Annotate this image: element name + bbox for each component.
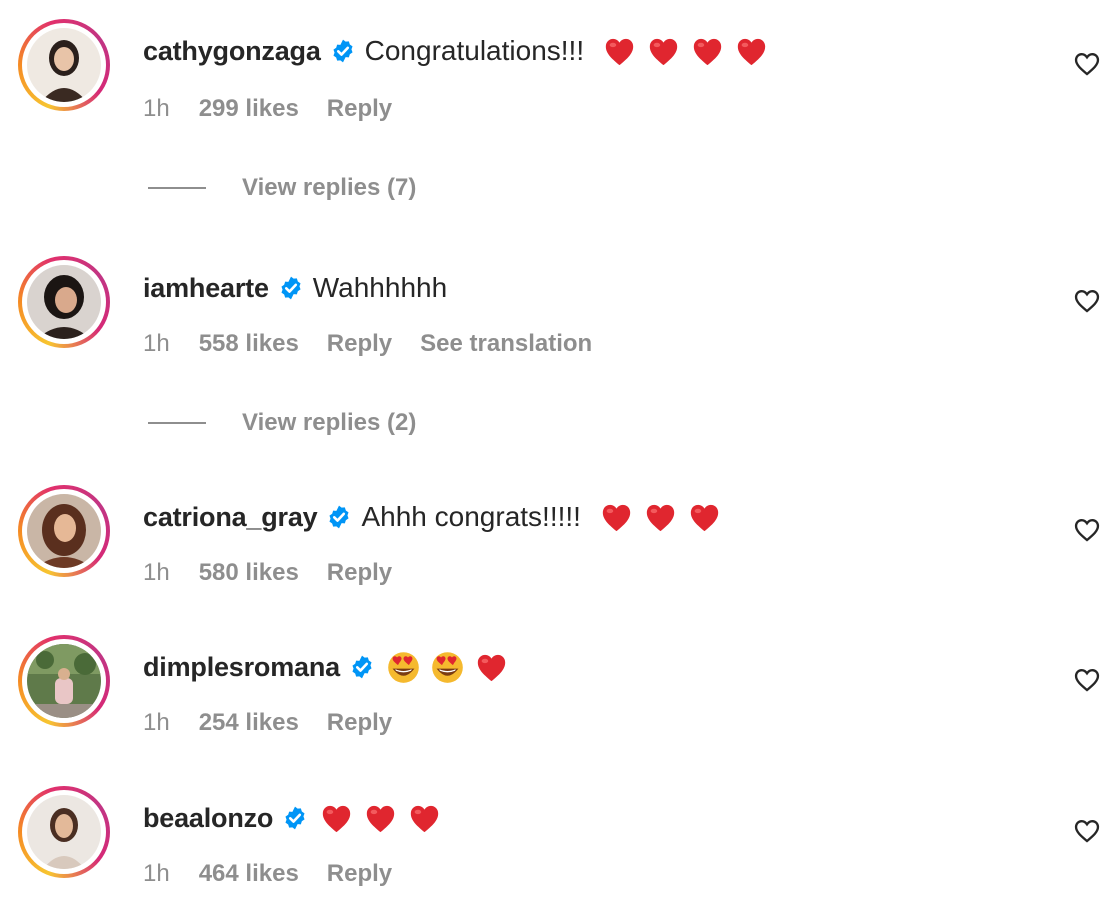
red-heart-icon (474, 650, 509, 685)
avatar[interactable] (18, 256, 110, 348)
replies-divider (148, 187, 206, 189)
red-heart-icon (407, 801, 442, 836)
comment-username[interactable]: iamhearte (143, 273, 269, 304)
heart-eyes-icon (386, 650, 421, 685)
comment-timestamp: 1h (143, 860, 170, 887)
verified-badge-icon (282, 805, 308, 831)
like-heart-icon[interactable] (1073, 666, 1101, 694)
red-heart-icon (643, 500, 678, 535)
reply-button[interactable]: Reply (327, 860, 392, 888)
red-heart-icon (690, 34, 725, 69)
profile-photo (27, 28, 101, 102)
comment-timestamp: 1h (143, 95, 170, 122)
verified-badge-icon (330, 38, 356, 64)
profile-photo (27, 494, 101, 568)
profile-photo (27, 644, 101, 718)
view-replies-button[interactable]: View replies (2) (148, 409, 416, 437)
comment-timestamp: 1h (143, 709, 170, 736)
comment-username[interactable]: catriona_gray (143, 502, 318, 533)
likes-count[interactable]: 580 likes (199, 559, 299, 587)
red-heart-icon (319, 801, 354, 836)
view-replies-button[interactable]: View replies (7) (148, 174, 416, 202)
comment-text: Ahhh congrats!!!!! (361, 501, 581, 532)
reply-button[interactable]: Reply (327, 709, 392, 737)
comment-timestamp: 1h (143, 330, 170, 357)
avatar[interactable] (18, 786, 110, 878)
comment-timestamp: 1h (143, 559, 170, 586)
comment-username[interactable]: beaalonzo (143, 803, 273, 834)
replies-divider (148, 422, 206, 424)
like-heart-icon[interactable] (1073, 287, 1101, 315)
red-heart-icon (687, 500, 722, 535)
red-heart-icon (363, 801, 398, 836)
avatar[interactable] (18, 635, 110, 727)
red-heart-icon (602, 34, 637, 69)
comment-emojis (386, 650, 509, 685)
view-replies-label: View replies (2) (242, 409, 417, 436)
comment-username[interactable]: cathygonzaga (143, 36, 321, 67)
comment-emojis (602, 34, 769, 69)
avatar[interactable] (18, 19, 110, 111)
see-translation-button[interactable]: See translation (420, 330, 592, 358)
comment-text: Congratulations!!! (364, 35, 585, 66)
reply-button[interactable]: Reply (327, 95, 392, 123)
verified-badge-icon (326, 504, 352, 530)
comment-emojis (599, 500, 722, 535)
like-heart-icon[interactable] (1073, 516, 1101, 544)
comment-emojis (319, 801, 442, 836)
verified-badge-icon (349, 654, 375, 680)
comment-username[interactable]: dimplesromana (143, 652, 340, 683)
avatar[interactable] (18, 485, 110, 577)
red-heart-icon (599, 500, 634, 535)
like-heart-icon[interactable] (1073, 50, 1101, 78)
reply-button[interactable]: Reply (327, 559, 392, 587)
heart-eyes-icon (430, 650, 465, 685)
comment-text: Wahhhhhh (312, 272, 448, 303)
like-heart-icon[interactable] (1073, 817, 1101, 845)
likes-count[interactable]: 558 likes (199, 330, 299, 358)
profile-photo (27, 265, 101, 339)
likes-count[interactable]: 299 likes (199, 95, 299, 123)
likes-count[interactable]: 464 likes (199, 860, 299, 888)
reply-button[interactable]: Reply (327, 330, 392, 358)
red-heart-icon (646, 34, 681, 69)
profile-photo (27, 795, 101, 869)
verified-badge-icon (278, 275, 304, 301)
likes-count[interactable]: 254 likes (199, 709, 299, 737)
view-replies-label: View replies (7) (242, 174, 417, 201)
red-heart-icon (734, 34, 769, 69)
